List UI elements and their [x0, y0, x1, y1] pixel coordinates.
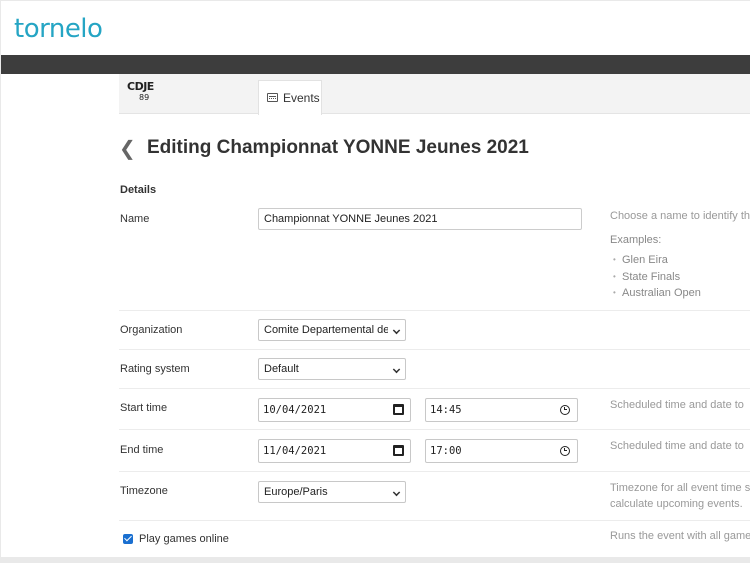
- name-input[interactable]: Championnat YONNE Jeunes 2021: [258, 208, 582, 230]
- organization-select[interactable]: Comite Departemental de: [258, 319, 406, 341]
- clock-icon[interactable]: [560, 446, 570, 456]
- start-time-value: 14:45: [430, 404, 462, 416]
- org-logo-line1: CDJE: [127, 80, 154, 93]
- timezone-label: Timezone: [120, 485, 168, 497]
- end-time-row: End time 11/04/2021 17:00 Scheduled time…: [119, 430, 750, 472]
- name-examples: Examples: Glen Eira State Finals Austral…: [610, 234, 701, 302]
- tab-events[interactable]: Events: [258, 80, 322, 115]
- tab-events-label: Events: [283, 91, 320, 105]
- timezone-select-value: Europe/Paris: [264, 486, 328, 498]
- dropdown-caret-icon: [392, 488, 401, 497]
- main-content: CDJE 89 Events ❮ Editing Championnat YON…: [1, 74, 750, 557]
- start-time-input[interactable]: 14:45: [425, 398, 578, 422]
- timezone-help-line2: calculate upcoming events.: [610, 498, 743, 510]
- name-label: Name: [120, 213, 150, 225]
- end-time-label: End time: [120, 444, 164, 456]
- rating-system-select[interactable]: Default: [258, 358, 406, 380]
- play-online-label[interactable]: Play games online: [139, 533, 229, 545]
- end-date-value: 11/04/2021: [263, 445, 327, 457]
- clock-icon[interactable]: [560, 405, 570, 415]
- name-help: Choose a name to identify th: [610, 210, 750, 222]
- start-time-row: Start time 10/04/2021 14:45 Scheduled ti…: [119, 389, 750, 430]
- play-online-help: Runs the event with all game: [610, 530, 750, 542]
- org-tabstrip: CDJE 89 Events: [119, 74, 750, 115]
- end-date-input[interactable]: 11/04/2021: [258, 439, 411, 463]
- start-date-value: 10/04/2021: [263, 404, 327, 416]
- events-tab-icon: [267, 93, 278, 102]
- title-row: ❮ Editing Championnat YONNE Jeunes 2021: [119, 136, 529, 160]
- end-time-input[interactable]: 17:00: [425, 439, 578, 463]
- examples-list: Glen Eira State Finals Australian Open: [610, 252, 701, 302]
- app-window: tornelo CDJE 89 Events ❮ Editing Champio…: [1, 1, 750, 557]
- rating-system-row: Rating system Default: [119, 350, 750, 389]
- details-section-title: Details: [120, 184, 157, 196]
- brand-bar: tornelo: [1, 1, 750, 55]
- end-time-help: Scheduled time and date to: [610, 440, 744, 452]
- end-time-value: 17:00: [430, 445, 462, 457]
- organization-row: Organization Comite Departemental de: [119, 311, 750, 350]
- start-date-input[interactable]: 10/04/2021: [258, 398, 411, 422]
- timezone-row: Timezone Europe/Paris Timezone for all e…: [119, 472, 750, 521]
- example-item: Glen Eira: [610, 252, 701, 269]
- calendar-icon[interactable]: [393, 404, 404, 415]
- org-logo-line2: 89: [139, 93, 150, 102]
- rating-system-label: Rating system: [120, 363, 190, 375]
- dropdown-caret-icon: [392, 326, 401, 335]
- example-item: State Finals: [610, 269, 701, 286]
- back-chevron-icon[interactable]: ❮: [119, 136, 147, 160]
- organization-select-value: Comite Departemental de: [264, 324, 388, 336]
- start-time-label: Start time: [120, 402, 168, 414]
- start-time-help: Scheduled time and date to: [610, 399, 744, 411]
- tornelo-logo[interactable]: tornelo: [14, 13, 103, 45]
- timezone-help-line1: Timezone for all event time s: [610, 482, 750, 494]
- play-online-row: Play games online Runs the event with al…: [119, 521, 750, 557]
- calendar-icon[interactable]: [393, 445, 404, 456]
- organization-label: Organization: [120, 324, 183, 336]
- example-item: Australian Open: [610, 285, 701, 302]
- page-title: Editing Championnat YONNE Jeunes 2021: [147, 137, 529, 158]
- play-online-checkbox[interactable]: [123, 534, 133, 544]
- timezone-select[interactable]: Europe/Paris: [258, 481, 406, 503]
- org-logo[interactable]: CDJE 89: [127, 81, 161, 109]
- examples-title: Examples:: [610, 234, 662, 246]
- name-row: Name Championnat YONNE Jeunes 2021 Choos…: [119, 202, 750, 311]
- rating-system-select-value: Default: [264, 363, 299, 375]
- dropdown-caret-icon: [392, 365, 401, 374]
